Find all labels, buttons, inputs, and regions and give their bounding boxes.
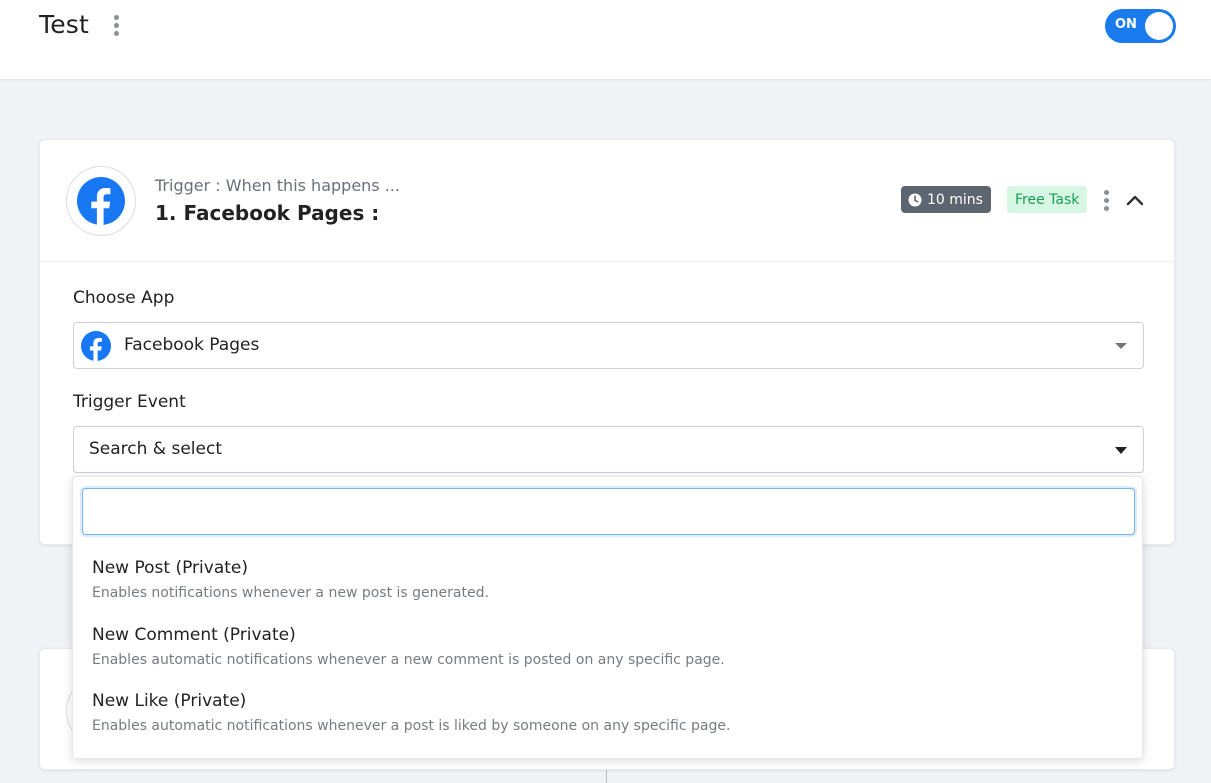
free-task-badge: Free Task xyxy=(1007,186,1088,213)
toggle-knob xyxy=(1145,12,1173,40)
trigger-subtitle: Trigger : When this happens ... xyxy=(155,176,400,195)
time-badge: 10 mins xyxy=(901,186,991,213)
option-description: Enables automatic notifications whenever… xyxy=(92,652,725,668)
option-description: Enables notifications whenever a new pos… xyxy=(92,585,489,601)
workflow-title[interactable]: Test xyxy=(39,10,89,39)
chevron-up-icon[interactable] xyxy=(1125,192,1145,208)
option-title: New Like (Private) xyxy=(92,691,247,711)
time-badge-label: 10 mins xyxy=(927,191,983,208)
more-vertical-icon[interactable] xyxy=(112,15,121,36)
selected-app-label: Facebook Pages xyxy=(124,335,260,355)
top-bar: Test ON xyxy=(0,0,1211,80)
more-vertical-icon[interactable] xyxy=(1102,190,1111,211)
facebook-icon xyxy=(77,177,125,225)
trigger-event-placeholder: Search & select xyxy=(89,439,222,459)
trigger-event-label: Trigger Event xyxy=(73,392,186,412)
option-title: New Post (Private) xyxy=(92,558,248,578)
choose-app-select[interactable]: Facebook Pages xyxy=(73,322,1144,369)
step-connector xyxy=(606,770,607,783)
trigger-title: 1. Facebook Pages : xyxy=(155,201,380,225)
dropdown-option[interactable]: New Like (Private) Enables automatic not… xyxy=(73,691,1142,757)
trigger-event-search-input[interactable] xyxy=(82,488,1135,535)
clock-icon xyxy=(908,193,922,206)
trigger-event-dropdown: New Post (Private) Enables notifications… xyxy=(72,476,1143,759)
trigger-card-header[interactable]: Trigger : When this happens ... 1. Faceb… xyxy=(40,140,1174,262)
toggle-label: ON xyxy=(1115,17,1137,32)
choose-app-label: Choose App xyxy=(73,288,175,308)
workflow-on-toggle[interactable]: ON xyxy=(1105,9,1176,43)
facebook-icon xyxy=(81,331,111,361)
caret-down-icon xyxy=(1115,343,1127,349)
app-logo xyxy=(66,166,136,236)
dropdown-option[interactable]: New Comment (Private) Enables automatic … xyxy=(73,625,1142,691)
option-title: New Comment (Private) xyxy=(92,625,296,645)
option-description: Enables automatic notifications whenever… xyxy=(92,718,731,734)
dropdown-option[interactable]: New Post (Private) Enables notifications… xyxy=(73,558,1142,624)
trigger-event-select[interactable]: Search & select xyxy=(73,426,1144,473)
caret-down-icon xyxy=(1115,447,1127,454)
